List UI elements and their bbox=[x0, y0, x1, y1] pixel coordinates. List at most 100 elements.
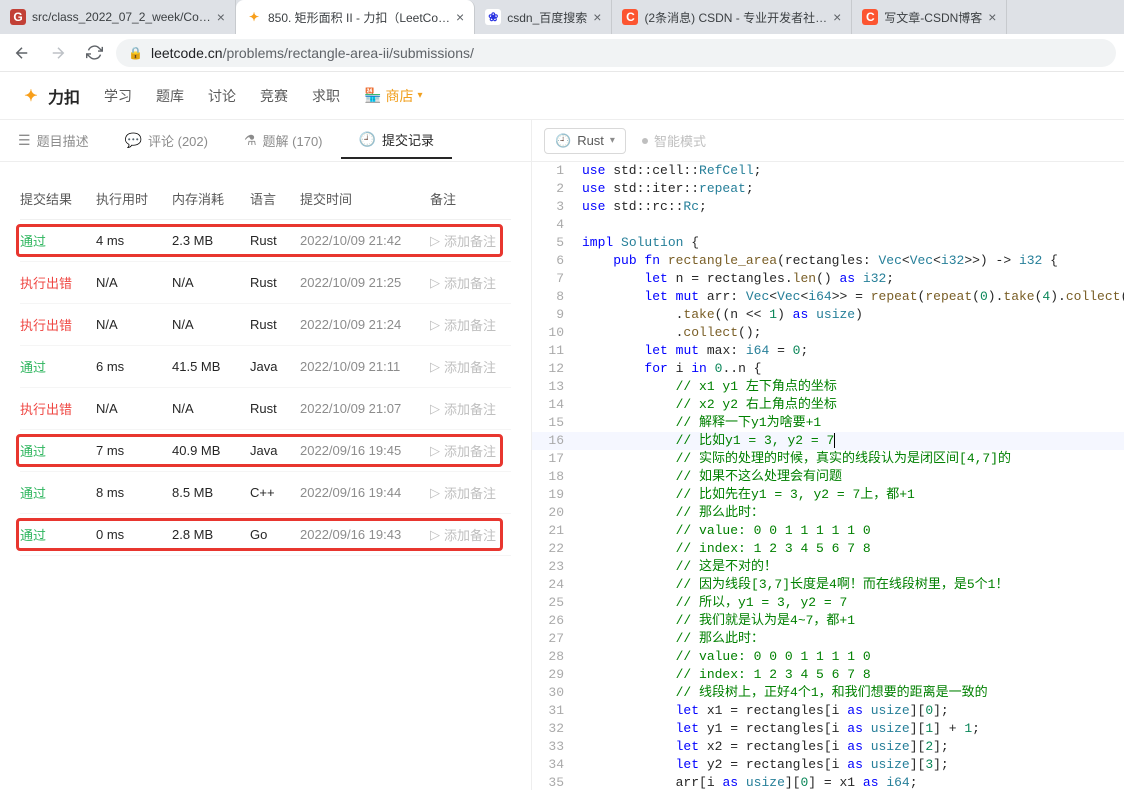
code-line[interactable]: 8 let mut arr: Vec<Vec<i64>> = repeat(re… bbox=[532, 288, 1124, 306]
code-content: arr[i as usize][0] = x1 as i64; bbox=[578, 774, 918, 790]
language-select[interactable]: 🕘 Rust ▾ bbox=[544, 128, 626, 154]
favicon-icon: G bbox=[10, 9, 26, 25]
code-line[interactable]: 6 pub fn rectangle_area(rectangles: Vec<… bbox=[532, 252, 1124, 270]
code-line[interactable]: 20 // 那么此时： bbox=[532, 504, 1124, 522]
code-content: impl Solution { bbox=[578, 234, 699, 252]
table-row[interactable]: 执行出错N/AN/ARust2022/10/09 21:07▷添加备注 bbox=[20, 388, 511, 430]
table-row[interactable]: 通过0 ms2.8 MBGo2022/09/16 19:43▷添加备注 bbox=[20, 514, 511, 556]
col-header: 备注 bbox=[430, 189, 520, 208]
code-line[interactable]: 17 // 实际的处理的时候，真实的线段认为是闭区间[4,7]的 bbox=[532, 450, 1124, 468]
lang-cell: Go bbox=[250, 527, 300, 542]
code-line[interactable]: 34 let y2 = rectangles[i as usize][3]; bbox=[532, 756, 1124, 774]
table-row[interactable]: 通过4 ms2.3 MBRust2022/10/09 21:42▷添加备注 bbox=[20, 220, 511, 262]
code-line[interactable]: 13 // x1 y1 左下角点的坐标 bbox=[532, 378, 1124, 396]
code-line[interactable]: 24 // 因为线段[3,7]长度是4啊！而在线段树里，是5个1！ bbox=[532, 576, 1124, 594]
code-line[interactable]: 15 // 解释一下y1为啥要+1 bbox=[532, 414, 1124, 432]
code-line[interactable]: 22 // index: 1 2 3 4 5 6 7 8 bbox=[532, 540, 1124, 558]
close-icon[interactable]: × bbox=[456, 9, 464, 25]
line-number: 1 bbox=[532, 162, 578, 180]
line-number: 29 bbox=[532, 666, 578, 684]
remark-cell[interactable]: ▷添加备注 bbox=[430, 525, 520, 544]
code-content: // 因为线段[3,7]长度是4啊！而在线段树里，是5个1！ bbox=[578, 576, 1008, 594]
brand[interactable]: ✦ 力扣 bbox=[20, 84, 80, 108]
code-line[interactable]: 14 // x2 y2 右上角点的坐标 bbox=[532, 396, 1124, 414]
ts-cell: 2022/10/09 21:42 bbox=[300, 233, 430, 248]
result-cell: 通过 bbox=[20, 231, 96, 250]
table-row[interactable]: 执行出错N/AN/ARust2022/10/09 21:24▷添加备注 bbox=[20, 304, 511, 346]
table-row[interactable]: 执行出错N/AN/ARust2022/10/09 21:25▷添加备注 bbox=[20, 262, 511, 304]
table-row[interactable]: 通过7 ms40.9 MBJava2022/09/16 19:45▷添加备注 bbox=[20, 430, 511, 472]
code-line[interactable]: 16 // 比如y1 = 3, y2 = 7 bbox=[532, 432, 1124, 450]
remark-cell[interactable]: ▷添加备注 bbox=[430, 273, 520, 292]
code-line[interactable]: 21 // value: 0 0 1 1 1 1 1 0 bbox=[532, 522, 1124, 540]
problem-tab[interactable]: ⚗题解 (170) bbox=[226, 120, 341, 161]
close-icon[interactable]: × bbox=[988, 9, 996, 25]
reload-button[interactable] bbox=[80, 39, 108, 67]
problem-tab[interactable]: 🕘提交记录 bbox=[341, 120, 452, 161]
code-content: // 这是不对的！ bbox=[578, 558, 777, 576]
code-line[interactable]: 30 // 线段树上，正好4个1，和我们想要的距离是一致的 bbox=[532, 684, 1124, 702]
remark-cell[interactable]: ▷添加备注 bbox=[430, 231, 520, 250]
code-line[interactable]: 33 let x2 = rectangles[i as usize][2]; bbox=[532, 738, 1124, 756]
code-line[interactable]: 23 // 这是不对的！ bbox=[532, 558, 1124, 576]
line-number: 21 bbox=[532, 522, 578, 540]
code-line[interactable]: 3use std::rc::Rc; bbox=[532, 198, 1124, 216]
result-cell: 通过 bbox=[20, 357, 96, 376]
code-line[interactable]: 12 for i in 0..n { bbox=[532, 360, 1124, 378]
time-cell: 6 ms bbox=[96, 359, 172, 374]
code-line[interactable]: 9 .take((n << 1) as usize) bbox=[532, 306, 1124, 324]
browser-tab[interactable]: Gsrc/class_2022_07_2_week/Co…× bbox=[0, 0, 236, 34]
problem-tab[interactable]: ☰题目描述 bbox=[0, 120, 107, 161]
close-icon[interactable]: × bbox=[217, 9, 225, 25]
code-line[interactable]: 4 bbox=[532, 216, 1124, 234]
result-cell: 通过 bbox=[20, 441, 96, 460]
back-button[interactable] bbox=[8, 39, 36, 67]
problem-tab[interactable]: 💬评论 (202) bbox=[107, 120, 226, 161]
code-line[interactable]: 25 // 所以，y1 = 3, y2 = 7 bbox=[532, 594, 1124, 612]
code-line[interactable]: 10 .collect(); bbox=[532, 324, 1124, 342]
close-icon[interactable]: × bbox=[593, 9, 601, 25]
code-line[interactable]: 27 // 那么此时： bbox=[532, 630, 1124, 648]
code-line[interactable]: 26 // 我们就是认为是4~7，都+1 bbox=[532, 612, 1124, 630]
code-line[interactable]: 31 let x1 = rectangles[i as usize][0]; bbox=[532, 702, 1124, 720]
forward-button[interactable] bbox=[44, 39, 72, 67]
code-line[interactable]: 19 // 比如先在y1 = 3, y2 = 7上，都+1 bbox=[532, 486, 1124, 504]
remark-cell[interactable]: ▷添加备注 bbox=[430, 357, 520, 376]
code-line[interactable]: 2use std::iter::repeat; bbox=[532, 180, 1124, 198]
nav-link[interactable]: 学习 bbox=[104, 86, 132, 106]
code-line[interactable]: 7 let n = rectangles.len() as i32; bbox=[532, 270, 1124, 288]
code-line[interactable]: 5impl Solution { bbox=[532, 234, 1124, 252]
address-bar: 🔒 leetcode.cn/problems/rectangle-area-ii… bbox=[0, 34, 1124, 72]
browser-tab[interactable]: C写文章-CSDN博客× bbox=[852, 0, 1007, 34]
code-line[interactable]: 11 let mut max: i64 = 0; bbox=[532, 342, 1124, 360]
browser-tab[interactable]: ❀csdn_百度搜索× bbox=[475, 0, 612, 34]
nav-link[interactable]: 讨论 bbox=[208, 86, 236, 106]
nav-store[interactable]: 🏪 商店 ▾ bbox=[364, 86, 422, 106]
nav-link[interactable]: 竞赛 bbox=[260, 86, 288, 106]
code-line[interactable]: 18 // 如果不这么处理会有问题 bbox=[532, 468, 1124, 486]
table-row[interactable]: 通过8 ms8.5 MBC++2022/09/16 19:44▷添加备注 bbox=[20, 472, 511, 514]
remark-cell[interactable]: ▷添加备注 bbox=[430, 483, 520, 502]
time-cell: 4 ms bbox=[96, 233, 172, 248]
code-line[interactable]: 1use std::cell::RefCell; bbox=[532, 162, 1124, 180]
code-line[interactable]: 29 // index: 1 2 3 4 5 6 7 8 bbox=[532, 666, 1124, 684]
code-line[interactable]: 28 // value: 0 0 0 1 1 1 1 0 bbox=[532, 648, 1124, 666]
browser-tab[interactable]: C(2条消息) CSDN - 专业开发者社…× bbox=[612, 0, 852, 34]
remark-cell[interactable]: ▷添加备注 bbox=[430, 441, 520, 460]
nav-link[interactable]: 求职 bbox=[312, 86, 340, 106]
right-pane: 🕘 Rust ▾ 智能模式 1use std::cell::RefCell;2u… bbox=[532, 120, 1124, 790]
store-icon: 🏪 bbox=[364, 87, 381, 104]
code-line[interactable]: 32 let y1 = rectangles[i as usize][1] + … bbox=[532, 720, 1124, 738]
nav-link[interactable]: 题库 bbox=[156, 86, 184, 106]
code-editor[interactable]: 1use std::cell::RefCell;2use std::iter::… bbox=[532, 162, 1124, 790]
remark-cell[interactable]: ▷添加备注 bbox=[430, 399, 520, 418]
time-cell: N/A bbox=[96, 275, 172, 290]
remark-cell[interactable]: ▷添加备注 bbox=[430, 315, 520, 334]
table-row[interactable]: 通过6 ms41.5 MBJava2022/10/09 21:11▷添加备注 bbox=[20, 346, 511, 388]
url-field[interactable]: 🔒 leetcode.cn/problems/rectangle-area-ii… bbox=[116, 39, 1116, 67]
code-content: // 如果不这么处理会有问题 bbox=[578, 468, 842, 486]
close-icon[interactable]: × bbox=[833, 9, 841, 25]
browser-tab[interactable]: ✦850. 矩形面积 II - 力扣（LeetCo…× bbox=[236, 0, 475, 34]
code-line[interactable]: 35 arr[i as usize][0] = x1 as i64; bbox=[532, 774, 1124, 790]
smart-mode[interactable]: 智能模式 bbox=[642, 131, 706, 150]
